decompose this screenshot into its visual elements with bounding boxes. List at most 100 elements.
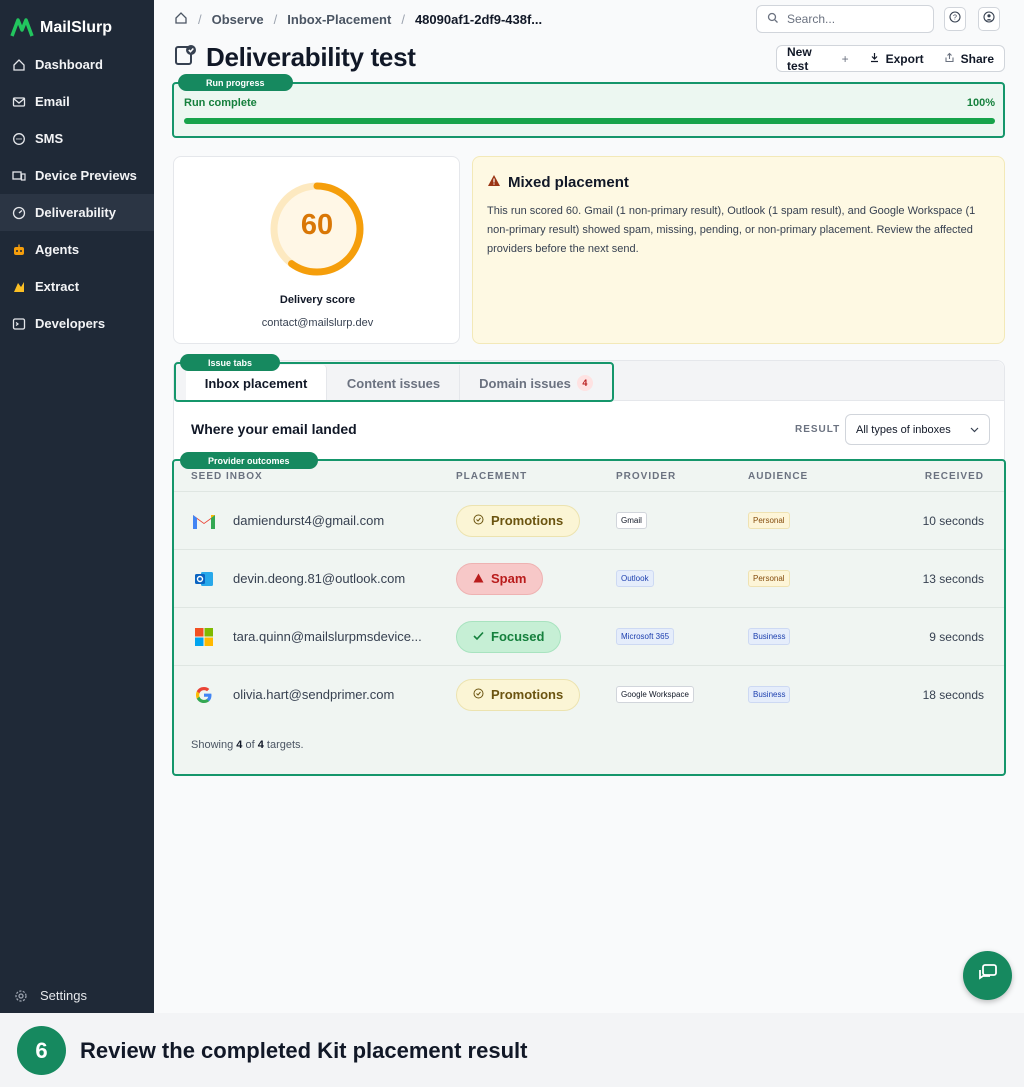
received-cell: 13 seconds (922, 571, 984, 586)
placement-label: Spam (491, 571, 527, 586)
account-button[interactable] (978, 7, 1000, 31)
step-caption: 6 Review the completed Kit placement res… (0, 1013, 1024, 1087)
placement-label: Promotions (491, 513, 564, 528)
table-row[interactable]: olivia.hart@sendprimer.com Promotions Go… (174, 665, 1004, 723)
gmail-logo-icon (191, 510, 217, 532)
app-logo[interactable]: MailSlurp (0, 0, 154, 44)
table-row[interactable]: devin.deong.81@outlook.com Spam Outlook … (174, 549, 1004, 607)
warning-icon (473, 571, 484, 586)
gear-icon (14, 989, 28, 1003)
provider-cell: Outlook (616, 570, 654, 587)
sidebar-item-extract[interactable]: Extract (0, 268, 154, 305)
footer-of: of (245, 739, 255, 751)
warning-icon (487, 174, 501, 191)
chat-icon (977, 962, 999, 989)
new-test-button[interactable]: New test + (777, 45, 859, 73)
sender-email: contact@mailslurp.dev (261, 317, 374, 329)
seed-inbox-email: tara.quinn@mailslurpmsdevice... (233, 629, 422, 644)
sidebar-item-sms[interactable]: SMS (0, 120, 154, 157)
search-input[interactable]: Search... (756, 5, 934, 33)
breadcrumb-separator: / (401, 11, 405, 27)
share-label: Share (960, 51, 994, 66)
sidebar-item-email[interactable]: Email (0, 83, 154, 120)
breadcrumb: / Observe / Inbox-Placement / 48090af1-2… (154, 11, 542, 28)
home-icon[interactable] (174, 11, 188, 28)
audience-cell: Personal (748, 512, 790, 529)
alert-title: Mixed placement (487, 174, 629, 191)
checklist-icon (174, 43, 198, 72)
column-header: PLACEMENT (456, 470, 528, 482)
robot-icon (12, 243, 26, 257)
audience-cell: Personal (748, 570, 790, 587)
sidebar-item-agents[interactable]: Agents (0, 231, 154, 268)
result-filter-value: All types of inboxes (856, 423, 951, 436)
placement-badge: Promotions (456, 504, 581, 537)
share-icon (944, 52, 955, 66)
footer-total-count: 4 (257, 739, 264, 751)
help-button[interactable]: ? (944, 7, 966, 31)
section-title: Where your email landed (191, 421, 357, 437)
table-row[interactable]: tara.quinn@mailslurpmsdevice... Focused … (174, 607, 1004, 665)
provider-outcomes-table: SEED INBOX PLACEMENT PROVIDER AUDIENCE R… (172, 459, 1006, 776)
alert-body: This run scored 60. Gmail (1 non-primary… (487, 205, 976, 255)
sidebar-item-device-previews[interactable]: Device Previews (0, 157, 154, 194)
seed-inbox-email: olivia.hart@sendprimer.com (233, 687, 395, 702)
sidebar-item-label: Device Previews (35, 168, 137, 183)
provider-chip: Outlook (616, 570, 654, 587)
seed-inbox-email: damiendurst4@gmail.com (233, 513, 385, 528)
plus-icon: + (841, 51, 849, 66)
page-header: Deliverability test (174, 42, 416, 73)
column-header: PROVIDER (616, 470, 677, 482)
progress-percent: 100% (966, 97, 995, 109)
seed-inbox-email: devin.deong.81@outlook.com (233, 571, 406, 586)
settings-label: Settings (40, 988, 87, 1003)
results-panel: Inbox placement Content issues Domain is… (172, 354, 1006, 776)
breadcrumb-separator: / (273, 11, 278, 27)
received-cell: 10 seconds (922, 513, 984, 528)
provider-cell: Google Workspace (616, 686, 694, 703)
check-icon (473, 629, 484, 644)
sidebar-item-dashboard[interactable]: Dashboard (0, 46, 154, 83)
microsoft-logo-icon (191, 626, 217, 648)
provider-cell: Microsoft 365 (616, 628, 675, 645)
sidebar-nav: Dashboard Email SMS Device Previews Deli… (0, 46, 154, 342)
breadcrumb-observe[interactable]: Observe (212, 12, 264, 27)
share-button[interactable]: Share (934, 52, 1004, 66)
seed-inbox-cell: tara.quinn@mailslurpmsdevice... (191, 626, 422, 648)
export-button[interactable]: Export (859, 52, 934, 66)
breadcrumb-current: 48090af1-2df9-438f... (414, 11, 543, 27)
run-progress: Run complete 100% (172, 82, 1005, 138)
table-row[interactable]: damiendurst4@gmail.com Promotions Gmail … (174, 491, 1004, 549)
result-filter-label: RESULT (795, 424, 841, 435)
sidebar-item-label: Dashboard (35, 57, 103, 72)
table-footer: Showing 4 of 4 targets. (191, 739, 304, 751)
run-progress-tag: Run progress (178, 74, 293, 91)
sidebar-item-deliverability[interactable]: Deliverability (0, 194, 154, 231)
placement-alert: Mixed placement This run scored 60. Gmai… (472, 156, 1005, 344)
sidebar-item-settings[interactable]: Settings (0, 988, 101, 1003)
progress-label: Run complete (184, 97, 257, 109)
received-cell: 18 seconds (922, 687, 984, 702)
extract-icon (12, 280, 26, 294)
provider-chip: Microsoft 365 (616, 628, 675, 645)
column-header: RECEIVED (924, 470, 984, 482)
google-logo-icon (191, 684, 217, 706)
footer-shown-count: 4 (236, 739, 243, 751)
placement-cell: Focused (456, 620, 562, 653)
placement-cell: Spam (456, 562, 544, 595)
placement-badge: Focused (456, 620, 562, 653)
user-icon (983, 10, 995, 28)
tag-icon (473, 687, 484, 702)
result-filter-select[interactable]: All types of inboxes (845, 414, 990, 445)
tag-icon (473, 513, 484, 528)
top-bar: / Observe / Inbox-Placement / 48090af1-2… (154, 0, 1024, 38)
placement-cell: Promotions (456, 504, 581, 537)
breadcrumb-inbox-placement[interactable]: Inbox-Placement (287, 12, 391, 27)
footer-suffix: targets. (266, 739, 304, 751)
sidebar: MailSlurp Dashboard Email SMS Device Pre… (0, 0, 154, 1013)
sidebar-item-developers[interactable]: Developers (0, 305, 154, 342)
placement-badge: Promotions (456, 678, 581, 711)
seed-inbox-cell: devin.deong.81@outlook.com (191, 568, 405, 590)
provider-outcomes-tag: Provider outcomes (180, 452, 318, 469)
chat-support-button[interactable] (963, 951, 1012, 1000)
